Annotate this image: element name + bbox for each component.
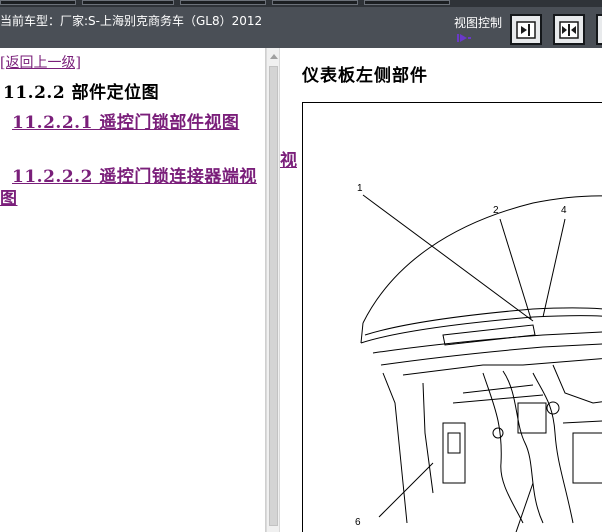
toc-panel: [返回上一级] 11.2.2 部件定位图 11.2.2.1 遥控门锁部件视图 1… [0, 48, 266, 532]
split-pane-button[interactable] [553, 14, 585, 45]
callout-2: 2 [493, 205, 499, 216]
dashboard-diagram: 1 2 4 6 [302, 102, 602, 532]
split-arrows-icon [559, 20, 579, 39]
overflow-link-fragment[interactable]: 视 [280, 146, 297, 171]
toc-link-component-view[interactable]: 11.2.2.1 遥控门锁部件视图 [0, 112, 262, 134]
top-toolbar: 当前车型：厂家:S-上海别克商务车（GL8）2012 视图控制 [0, 0, 602, 48]
toc-link-connector-view[interactable]: 11.2.2.2 遥控门锁连接器端视图 [0, 166, 262, 210]
back-link[interactable]: [返回上一级] [0, 52, 81, 72]
figure-title: 仪表板左侧部件 [302, 66, 428, 86]
toc-scrollbar[interactable] [266, 48, 280, 532]
current-vehicle-label: 当前车型：厂家:S-上海别克商务车（GL8）2012 [0, 14, 263, 28]
view-control-label: 视图控制 [454, 16, 503, 30]
scroll-thumb[interactable] [269, 66, 278, 526]
content-panel: 视 仪表板左侧部件 1 2 4 6 [280, 48, 602, 532]
dashboard-line-drawing [360, 194, 602, 532]
section-title: 11.2.2 部件定位图 [3, 83, 160, 103]
top-tab-strip [0, 0, 602, 7]
arrow-right-bar-icon [516, 20, 536, 39]
callout-4: 4 [561, 205, 567, 216]
right-pane-button[interactable] [510, 14, 542, 45]
view-mode-icon[interactable] [457, 33, 471, 43]
left-pane-button[interactable] [596, 14, 602, 45]
callout-6: 6 [355, 517, 361, 528]
scroll-up-icon[interactable] [270, 54, 278, 59]
callout-1: 1 [357, 183, 363, 194]
